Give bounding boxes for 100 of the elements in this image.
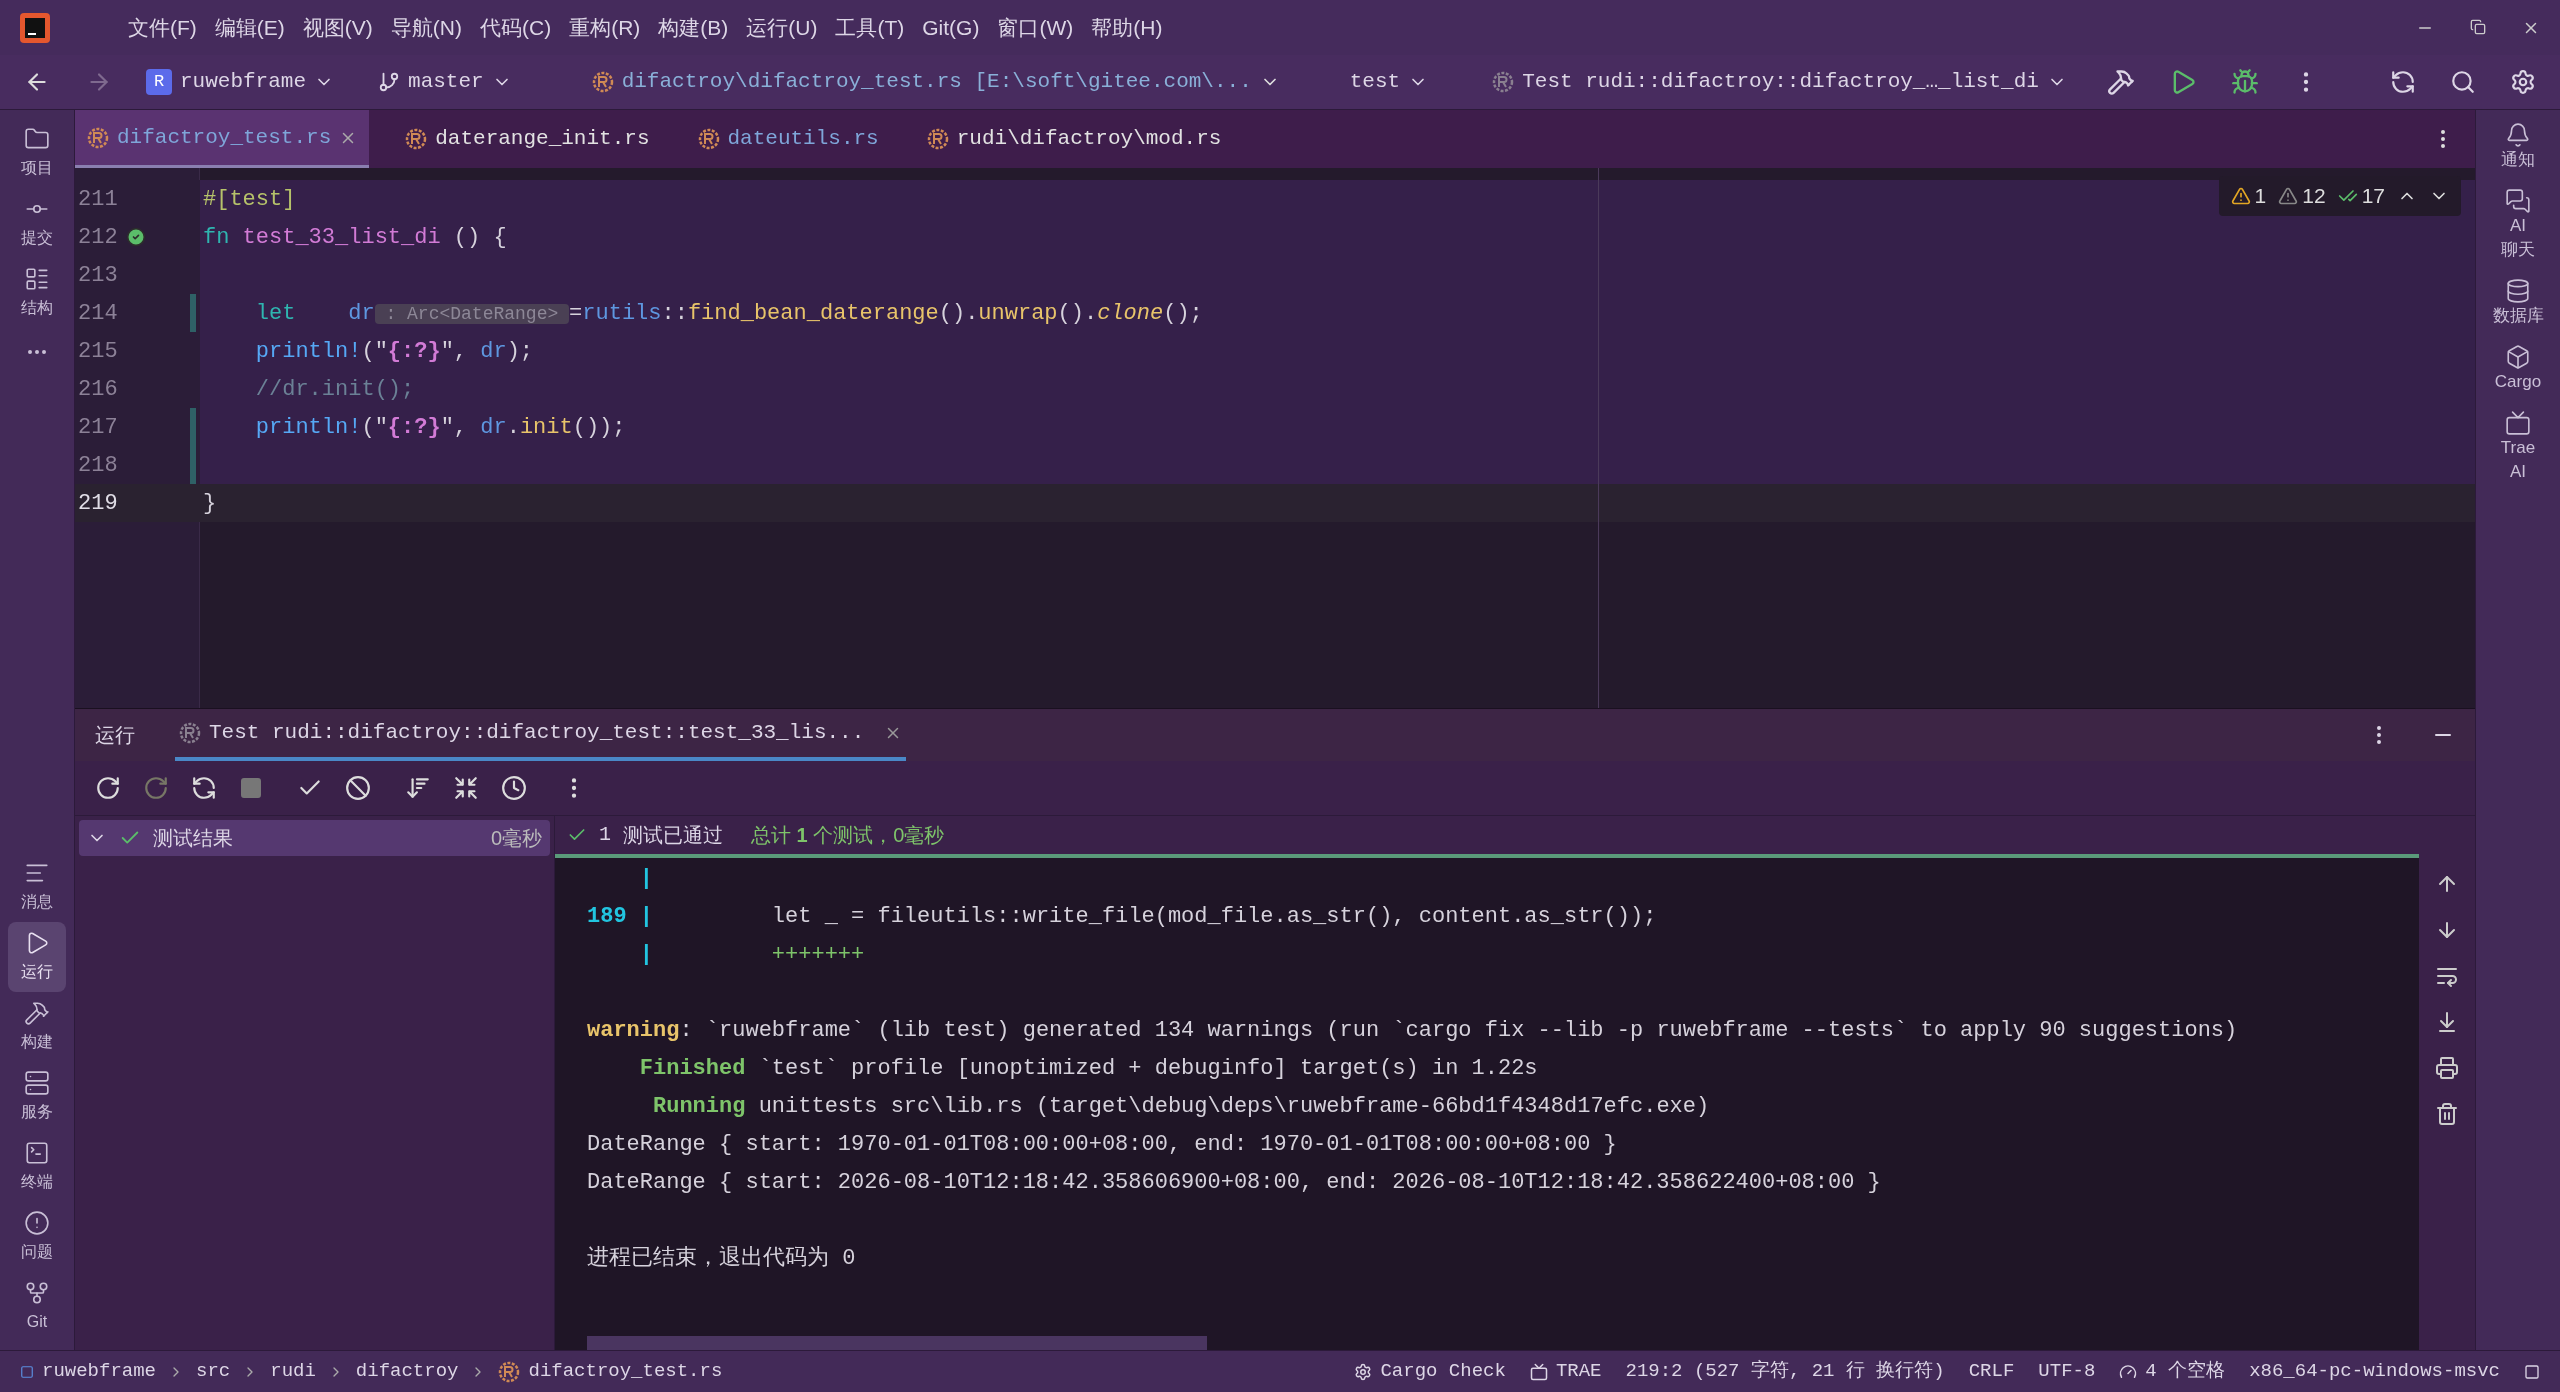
- tool-window-button[interactable]: Cargo: [2494, 340, 2542, 398]
- project-badge: R: [146, 69, 172, 95]
- code-line: fn test_33_list_di () {: [202, 223, 507, 252]
- weak-warning-count[interactable]: 12: [2278, 180, 2326, 212]
- ban-icon[interactable]: [345, 775, 371, 801]
- rust-file-icon: [179, 722, 201, 744]
- editor-tab[interactable]: difactroy_test.rs: [75, 110, 370, 168]
- rerun-icon[interactable]: [95, 775, 121, 801]
- toggle-rerun-icon[interactable]: [191, 775, 217, 801]
- tool-window-button[interactable]: 问题: [8, 1202, 66, 1272]
- breadcrumb[interactable]: rudi: [270, 1357, 316, 1386]
- menu-item[interactable]: 窗口(W): [997, 11, 1074, 44]
- editor-tab[interactable]: rudi\difactroy\mod.rs: [914, 110, 1234, 168]
- menu-item[interactable]: 视图(V): [302, 11, 373, 44]
- menu-item[interactable]: 导航(N): [390, 11, 462, 44]
- status-item[interactable]: Cargo Check: [1354, 1357, 1506, 1386]
- menu-item[interactable]: 帮助(H): [1091, 11, 1163, 44]
- code-line: println!("{:?}", dr);: [254, 337, 534, 366]
- menu-item[interactable]: 编辑(E): [214, 11, 285, 44]
- menu-item[interactable]: 构建(B): [658, 11, 729, 44]
- code-line: #[test]: [202, 185, 296, 214]
- tool-window-button[interactable]: AI 聊天: [2501, 184, 2535, 266]
- console-line: Finished `test` profile [unoptimized + debuginfo] target(s) in 1.22s: [638, 1055, 1538, 1083]
- structure-icon: [24, 266, 50, 292]
- trash-icon[interactable]: [2435, 1102, 2459, 1126]
- restore-icon[interactable]: [2470, 18, 2486, 35]
- passed-label: 测试已通过: [623, 823, 723, 848]
- tool-window-button[interactable]: Trae AI: [2500, 406, 2536, 488]
- debug-icon[interactable]: [2230, 68, 2259, 96]
- tool-window-button[interactable]: Git: [8, 1272, 66, 1342]
- breadcrumb[interactable]: difactroy_test.rs: [528, 1357, 723, 1386]
- breadcrumb[interactable]: src: [196, 1357, 231, 1386]
- status-item[interactable]: 219:2 (527 字符, 21 行 换行符): [1625, 1357, 1945, 1386]
- run-tab[interactable]: Test rudi::difactroy::difactroy_test::test_33_lis...: [175, 709, 907, 761]
- module-icon: [20, 1364, 34, 1379]
- tool-window-button[interactable]: 数据库: [2492, 274, 2544, 332]
- console-line: DateRange { start: 1970-01-01T08:00:00+08:00, end: 1970-01-01T08:00:00+08:00 }: [587, 1131, 1617, 1159]
- console-line: 189 | let _ = fileutils::write_file(mod_file.as_str(), content.as_str());: [587, 903, 1657, 931]
- status-item[interactable]: 4 个空格: [2119, 1357, 2226, 1386]
- app-logo-icon: [20, 12, 50, 43]
- gear-icon: [1354, 1362, 1373, 1381]
- status-item[interactable]: TRAE: [1529, 1357, 1602, 1386]
- git-icon: [24, 1280, 50, 1306]
- tool-window-button[interactable]: 通知: [2501, 118, 2535, 176]
- test-passed-icon[interactable]: [125, 227, 146, 247]
- console-line: warning: `ruwebframe` (lib test) generated 134 warnings (run `cargo fix --lib -p ruwebframe --tests` to apply 90 suggestions): [587, 1017, 2238, 1045]
- chat-icon: [2505, 188, 2531, 214]
- project-selector[interactable]: R ruwebframe: [146, 66, 335, 98]
- tool-window-button[interactable]: 消息: [8, 852, 66, 922]
- status-item[interactable]: x86_64-pc-windows-msvc: [2249, 1357, 2500, 1386]
- printer-icon[interactable]: [2435, 1056, 2459, 1080]
- rust-file-icon: [591, 71, 614, 93]
- clock-icon[interactable]: [501, 775, 527, 801]
- menu-item[interactable]: 运行(U): [746, 11, 818, 44]
- test-tree-item[interactable]: 测试结果 0毫秒: [79, 820, 550, 856]
- change-marker: [190, 294, 196, 332]
- tool-window-button[interactable]: 服务: [8, 1062, 66, 1132]
- code-line: let dr : Arc<DateRange> =rutils::find_bean_daterange().unwrap().clone();: [254, 299, 1203, 328]
- stop-icon[interactable]: [239, 776, 263, 800]
- test-summary: 总计 1 个测试，0毫秒: [751, 823, 945, 848]
- editor-tab[interactable]: dateutils.rs: [685, 110, 891, 168]
- test-duration: 0毫秒: [490, 826, 542, 851]
- hammer-icon[interactable]: [2106, 68, 2135, 96]
- tool-window-button[interactable]: 提交: [8, 188, 66, 258]
- run-config-selector[interactable]: Test rudi::difactroy::difactroy_…_list_di: [1492, 66, 2067, 98]
- editor-tab[interactable]: daterange_init.rs: [393, 110, 662, 168]
- menu-item[interactable]: 工具(T): [835, 11, 905, 44]
- tool-window-button[interactable]: 构建: [8, 992, 66, 1062]
- rust-file-icon: [926, 128, 949, 150]
- profile-selector[interactable]: test: [1349, 66, 1429, 98]
- code-line: println!("{:?}", dr.init());: [254, 413, 626, 442]
- search-icon[interactable]: [2450, 69, 2476, 95]
- status-item[interactable]: UTF-8: [2038, 1357, 2096, 1386]
- rerun-failed-icon[interactable]: [143, 775, 169, 801]
- menu-item[interactable]: 代码(C): [480, 11, 552, 44]
- tool-window-button[interactable]: 终端: [8, 1132, 66, 1202]
- menu-item[interactable]: Git(G): [922, 11, 980, 44]
- test-label: 测试结果: [153, 826, 233, 851]
- menu-item[interactable]: 重构(R): [569, 11, 641, 44]
- status-item[interactable]: CRLF: [1968, 1357, 2015, 1386]
- tool-window-button[interactable]: 项目: [8, 118, 66, 188]
- tool-window-button[interactable]: 运行: [8, 922, 66, 992]
- breadcrumb[interactable]: difactroy: [355, 1357, 459, 1386]
- branch-selector[interactable]: master: [378, 66, 512, 98]
- breadcrumb[interactable]: ruwebframe: [42, 1357, 157, 1386]
- collapse-icon[interactable]: [453, 775, 479, 801]
- menu-item[interactable]: 文件(F): [128, 11, 197, 44]
- console-line: 进程已结束，退出代码为 0: [587, 1245, 856, 1273]
- rust-file-icon: [1492, 71, 1515, 93]
- file-selector[interactable]: difactroy\difactroy_test.rs [E:\soft\gitee.com\...: [591, 66, 1280, 98]
- tool-window-button[interactable]: 结构: [8, 258, 66, 328]
- code-line: //dr.init();: [254, 375, 415, 404]
- typo-ok-count[interactable]: 17: [2337, 180, 2385, 212]
- server-icon: [24, 1070, 50, 1096]
- rust-file-icon: [697, 128, 720, 150]
- code-line: }: [202, 489, 217, 518]
- settings-icon[interactable]: [2510, 69, 2536, 95]
- sort-icon[interactable]: [405, 775, 431, 801]
- warning-count[interactable]: 1: [2230, 180, 2267, 212]
- line-number: 216: [78, 375, 118, 404]
